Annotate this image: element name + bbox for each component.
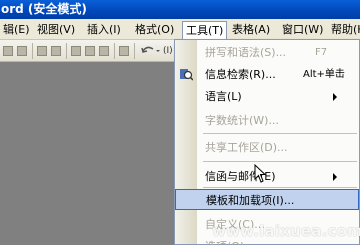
menu-item-language[interactable]: 语言(L)	[175, 86, 359, 107]
menu-separator	[203, 161, 357, 162]
menu-edit[interactable]: 辑(E)	[0, 21, 33, 39]
save-icon[interactable]	[3, 43, 13, 59]
menu-format[interactable]: 格式(O)	[132, 21, 177, 39]
toolbar-separator	[134, 43, 135, 59]
menu-item-word-count: 字数统计(W)...	[175, 110, 359, 131]
menu-item-label: 共享工作区(D)...	[205, 141, 288, 154]
menu-view[interactable]: 视图(V)	[34, 21, 78, 39]
menu-table[interactable]: 表格(A)	[229, 21, 273, 39]
menu-item-spelling: 拼写和语法(S)... F7	[175, 42, 359, 63]
menu-help[interactable]: 帮助(H)	[328, 21, 360, 39]
menu-item-research[interactable]: 信息检索(R)... Alt+单击	[175, 64, 359, 85]
print-icon[interactable]	[17, 43, 27, 59]
toolbar-zoom-label[interactable]: (I)	[163, 43, 173, 59]
menu-insert[interactable]: 插入(I)	[84, 21, 124, 39]
research-icon[interactable]	[51, 43, 61, 59]
undo-icon[interactable]	[139, 43, 161, 59]
cut-icon[interactable]	[71, 43, 81, 59]
toolbar-separator	[32, 43, 33, 59]
submenu-arrow-icon	[333, 173, 337, 181]
menu-item-letters-mailings[interactable]: 信函与邮件(E)	[175, 166, 359, 187]
menu-bar: 辑(E) 视图(V) 插入(I) 格式(O) 工具(T) 表格(A) 窗口(W)…	[0, 19, 360, 40]
window-title: ord (安全模式)	[0, 0, 360, 19]
research-icon	[180, 69, 193, 81]
menu-item-shortcut: Alt+单击	[303, 69, 345, 80]
watermark-text: www.laixuea.com	[212, 222, 360, 240]
copy-icon[interactable]	[85, 43, 95, 59]
format-painter-icon[interactable]	[119, 43, 129, 59]
menu-item-label: 语言(L)	[205, 90, 242, 103]
menu-item-shared-workspace: 共享工作区(D)...	[175, 137, 359, 158]
mouse-pointer-icon	[254, 164, 266, 183]
menu-item-shortcut: F7	[315, 47, 328, 58]
spellcheck-icon[interactable]	[37, 43, 47, 59]
menu-window[interactable]: 窗口(W)	[279, 21, 326, 39]
toolbar-separator	[114, 43, 115, 59]
menu-separator	[203, 187, 357, 188]
submenu-arrow-icon	[333, 93, 337, 101]
menu-item-label: 拼写和语法(S)...	[205, 46, 287, 59]
menu-separator	[203, 133, 357, 134]
menu-item-label: 信息检索(R)...	[205, 68, 276, 81]
toolbar-separator	[66, 43, 67, 59]
menu-item-templates-addins[interactable]: 模板和加载项(I)...	[175, 189, 359, 210]
tools-menu: 拼写和语法(S)... F7 信息检索(R)... Alt+单击 语言(L) 字…	[174, 39, 360, 245]
menu-tools[interactable]: 工具(T)	[182, 21, 228, 40]
paste-icon[interactable]	[99, 43, 109, 59]
menu-item-label: 模板和加载项(I)...	[206, 194, 295, 207]
menu-item-label: 字数统计(W)...	[205, 114, 279, 127]
